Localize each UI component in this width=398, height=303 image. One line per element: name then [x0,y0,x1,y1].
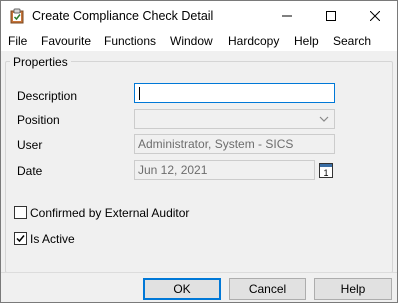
user-field: Administrator, System - SICS [134,134,335,154]
menu-window[interactable]: Window [170,34,213,48]
title-bar[interactable]: Create Compliance Check Detail [1,1,397,31]
menu-search[interactable]: Search [333,34,371,48]
text-caret [139,87,140,100]
is-active-label[interactable]: Is Active [30,232,75,246]
menu-functions[interactable]: Functions [104,34,156,48]
minimize-icon [282,15,292,17]
maximize-icon [326,11,336,21]
properties-group-title: Properties [10,55,71,69]
user-label: User [17,138,43,152]
checkmark-icon [16,235,25,243]
is-active-checkbox[interactable] [14,232,27,245]
position-select[interactable] [134,109,335,129]
chevron-down-icon [319,116,329,122]
svg-text:1: 1 [323,168,328,178]
clipboard-check-icon [9,8,25,24]
position-label: Position [17,113,60,127]
cancel-button[interactable]: Cancel [229,278,306,300]
user-value: Administrator, System - SICS [138,137,294,151]
menu-file[interactable]: File [8,34,27,48]
confirmed-label[interactable]: Confirmed by External Auditor [30,206,189,220]
help-button[interactable]: Help [314,278,392,300]
date-value: Jun 12, 2021 [138,163,208,177]
footer-divider [1,272,397,273]
minimize-button[interactable] [265,1,309,31]
ok-button[interactable]: OK [143,278,221,300]
description-label: Description [17,89,78,103]
menu-bar: File Favourite Functions Window Hardcopy… [1,31,397,51]
description-input[interactable] [134,83,335,103]
maximize-button[interactable] [309,1,353,31]
confirmed-checkbox[interactable] [14,206,27,219]
dialog-window: Create Compliance Check Detail File Favo… [0,0,398,303]
window-title: Create Compliance Check Detail [32,9,214,23]
menu-help[interactable]: Help [294,34,319,48]
menu-favourite[interactable]: Favourite [41,34,91,48]
close-icon [370,11,380,21]
date-label: Date [17,164,43,178]
menu-hardcopy[interactable]: Hardcopy [228,34,279,48]
date-field: Jun 12, 2021 [134,160,315,180]
close-button[interactable] [353,1,397,31]
calendar-icon: 1 [319,163,333,178]
date-picker-button[interactable]: 1 [317,160,335,180]
